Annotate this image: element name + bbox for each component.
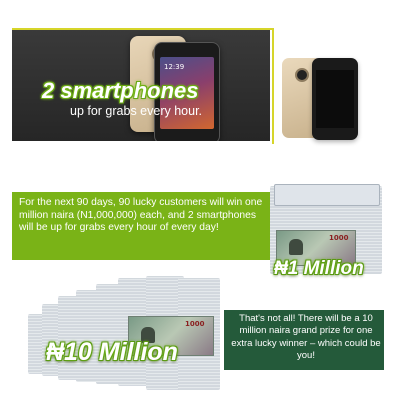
note-denomination: 1000 bbox=[185, 320, 205, 328]
ten-million-label: ₦10 Million bbox=[46, 338, 178, 366]
banner-subhead: up for grabs every hour. bbox=[70, 104, 203, 118]
camera-icon bbox=[295, 68, 309, 82]
promo-text: For the next 90 days, 90 lucky customers… bbox=[19, 197, 263, 233]
phone-screen bbox=[316, 70, 354, 128]
money-stack-top bbox=[274, 184, 380, 206]
grand-prize-text: That's not all! There will be a 10 milli… bbox=[231, 313, 381, 361]
smartphone-front-image-2 bbox=[312, 58, 358, 140]
note-denomination: 1000 bbox=[329, 234, 349, 242]
phone-clock: 12:39 bbox=[164, 63, 185, 71]
one-million-label: ₦1 Million bbox=[274, 258, 364, 279]
banner-headline: 2 smartphones bbox=[42, 78, 199, 103]
note-portrait bbox=[289, 239, 303, 255]
